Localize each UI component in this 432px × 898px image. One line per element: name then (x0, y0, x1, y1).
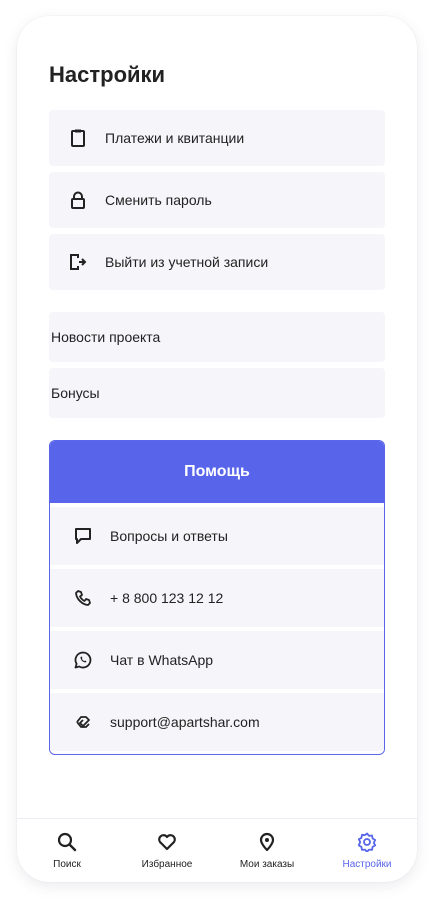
help-item-label: Чат в WhatsApp (110, 652, 214, 668)
search-icon (56, 831, 78, 853)
heart-icon (156, 831, 178, 853)
menu-item-logout[interactable]: Выйти из учетной записи (49, 234, 385, 290)
phone-screen: Настройки Платежи и квитанции Сменить па… (17, 16, 417, 882)
whatsapp-icon (72, 649, 94, 671)
menu-item-label: Новости проекта (51, 329, 161, 345)
menu-item-bonuses[interactable]: Бонусы (49, 368, 385, 418)
menu-item-news[interactable]: Новости проекта (49, 312, 385, 362)
help-header: Помощь (50, 441, 384, 503)
clipboard-icon (67, 127, 89, 149)
logout-icon (67, 251, 89, 273)
support-icon (72, 711, 94, 733)
help-panel: Помощь Вопросы и ответы + 8 800 123 12 1… (49, 440, 385, 755)
phone-icon (72, 587, 94, 609)
help-item-label: Вопросы и ответы (110, 528, 228, 544)
location-pin-icon (256, 831, 278, 853)
tab-settings[interactable]: Настройки (317, 819, 417, 882)
tab-favorites[interactable]: Избранное (117, 819, 217, 882)
help-item-whatsapp[interactable]: Чат в WhatsApp (50, 631, 384, 689)
menu-item-change-password[interactable]: Сменить пароль (49, 172, 385, 228)
tab-orders[interactable]: Мои заказы (217, 819, 317, 882)
help-item-email[interactable]: support@apartshar.com (50, 693, 384, 751)
menu-item-payments[interactable]: Платежи и квитанции (49, 110, 385, 166)
chat-bubble-icon (72, 525, 94, 547)
menu-item-label: Выйти из учетной записи (105, 254, 269, 270)
menu-item-label: Бонусы (51, 385, 100, 401)
lock-icon (67, 189, 89, 211)
help-item-phone[interactable]: + 8 800 123 12 12 (50, 569, 384, 627)
tab-label: Настройки (342, 859, 392, 870)
tab-label: Мои заказы (239, 859, 295, 870)
gear-icon (356, 831, 378, 853)
bottom-tab-bar: Поиск Избранное Мои заказы Настройки (17, 818, 417, 882)
tab-label: Поиск (53, 859, 81, 870)
tab-search[interactable]: Поиск (17, 819, 117, 882)
menu-item-label: Платежи и квитанции (105, 130, 245, 146)
help-item-faq[interactable]: Вопросы и ответы (50, 507, 384, 565)
help-item-label: + 8 800 123 12 12 (110, 590, 224, 606)
tab-label: Избранное (141, 859, 193, 870)
help-item-label: support@apartshar.com (110, 714, 260, 730)
menu-item-label: Сменить пароль (105, 192, 212, 208)
page-title: Настройки (49, 62, 166, 87)
